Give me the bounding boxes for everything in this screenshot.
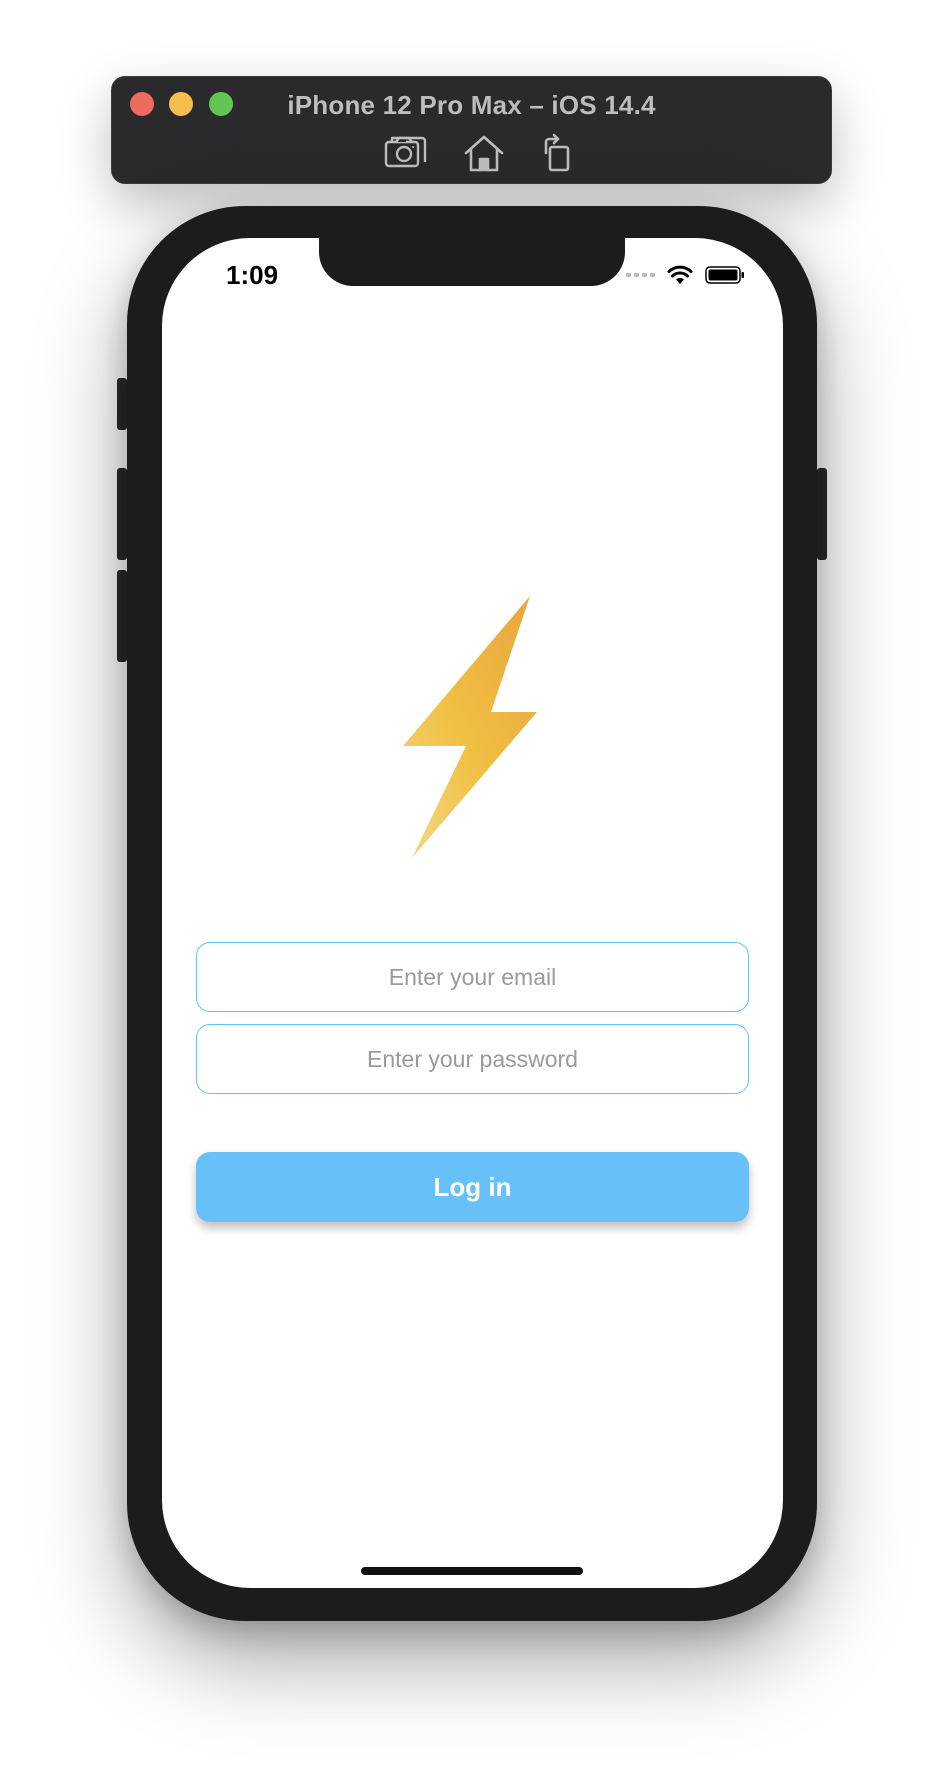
- password-input[interactable]: [197, 1025, 748, 1093]
- notch: [319, 238, 625, 286]
- power-button: [817, 468, 827, 560]
- lightning-bolt-icon: [403, 596, 537, 858]
- volume-up-button: [117, 468, 127, 560]
- signal-icon: [626, 273, 655, 277]
- phone-screen: 1:09 Enter your email Log in: [162, 238, 783, 1588]
- battery-icon: [705, 266, 744, 284]
- camera-icon[interactable]: [384, 133, 428, 173]
- email-input[interactable]: [197, 943, 748, 1011]
- silent-switch: [117, 378, 127, 430]
- simulator-stage: iPhone 12 Pro Max – iOS 14.4 1:09 Enter …: [0, 0, 944, 1772]
- simulator-toolbar: iPhone 12 Pro Max – iOS 14.4: [111, 76, 832, 184]
- simulator-title: iPhone 12 Pro Max – iOS 14.4: [287, 90, 656, 120]
- status-time: 1:09: [226, 260, 279, 290]
- wifi-icon: [667, 265, 693, 284]
- status-icons: [626, 264, 745, 286]
- volume-down-button: [117, 570, 127, 662]
- password-field[interactable]: [196, 1024, 749, 1094]
- home-icon[interactable]: [462, 133, 506, 173]
- email-field[interactable]: [196, 942, 749, 1012]
- home-indicator[interactable]: [361, 1567, 583, 1575]
- login-button[interactable]: Log in: [196, 1152, 749, 1222]
- rotate-icon[interactable]: [536, 133, 580, 173]
